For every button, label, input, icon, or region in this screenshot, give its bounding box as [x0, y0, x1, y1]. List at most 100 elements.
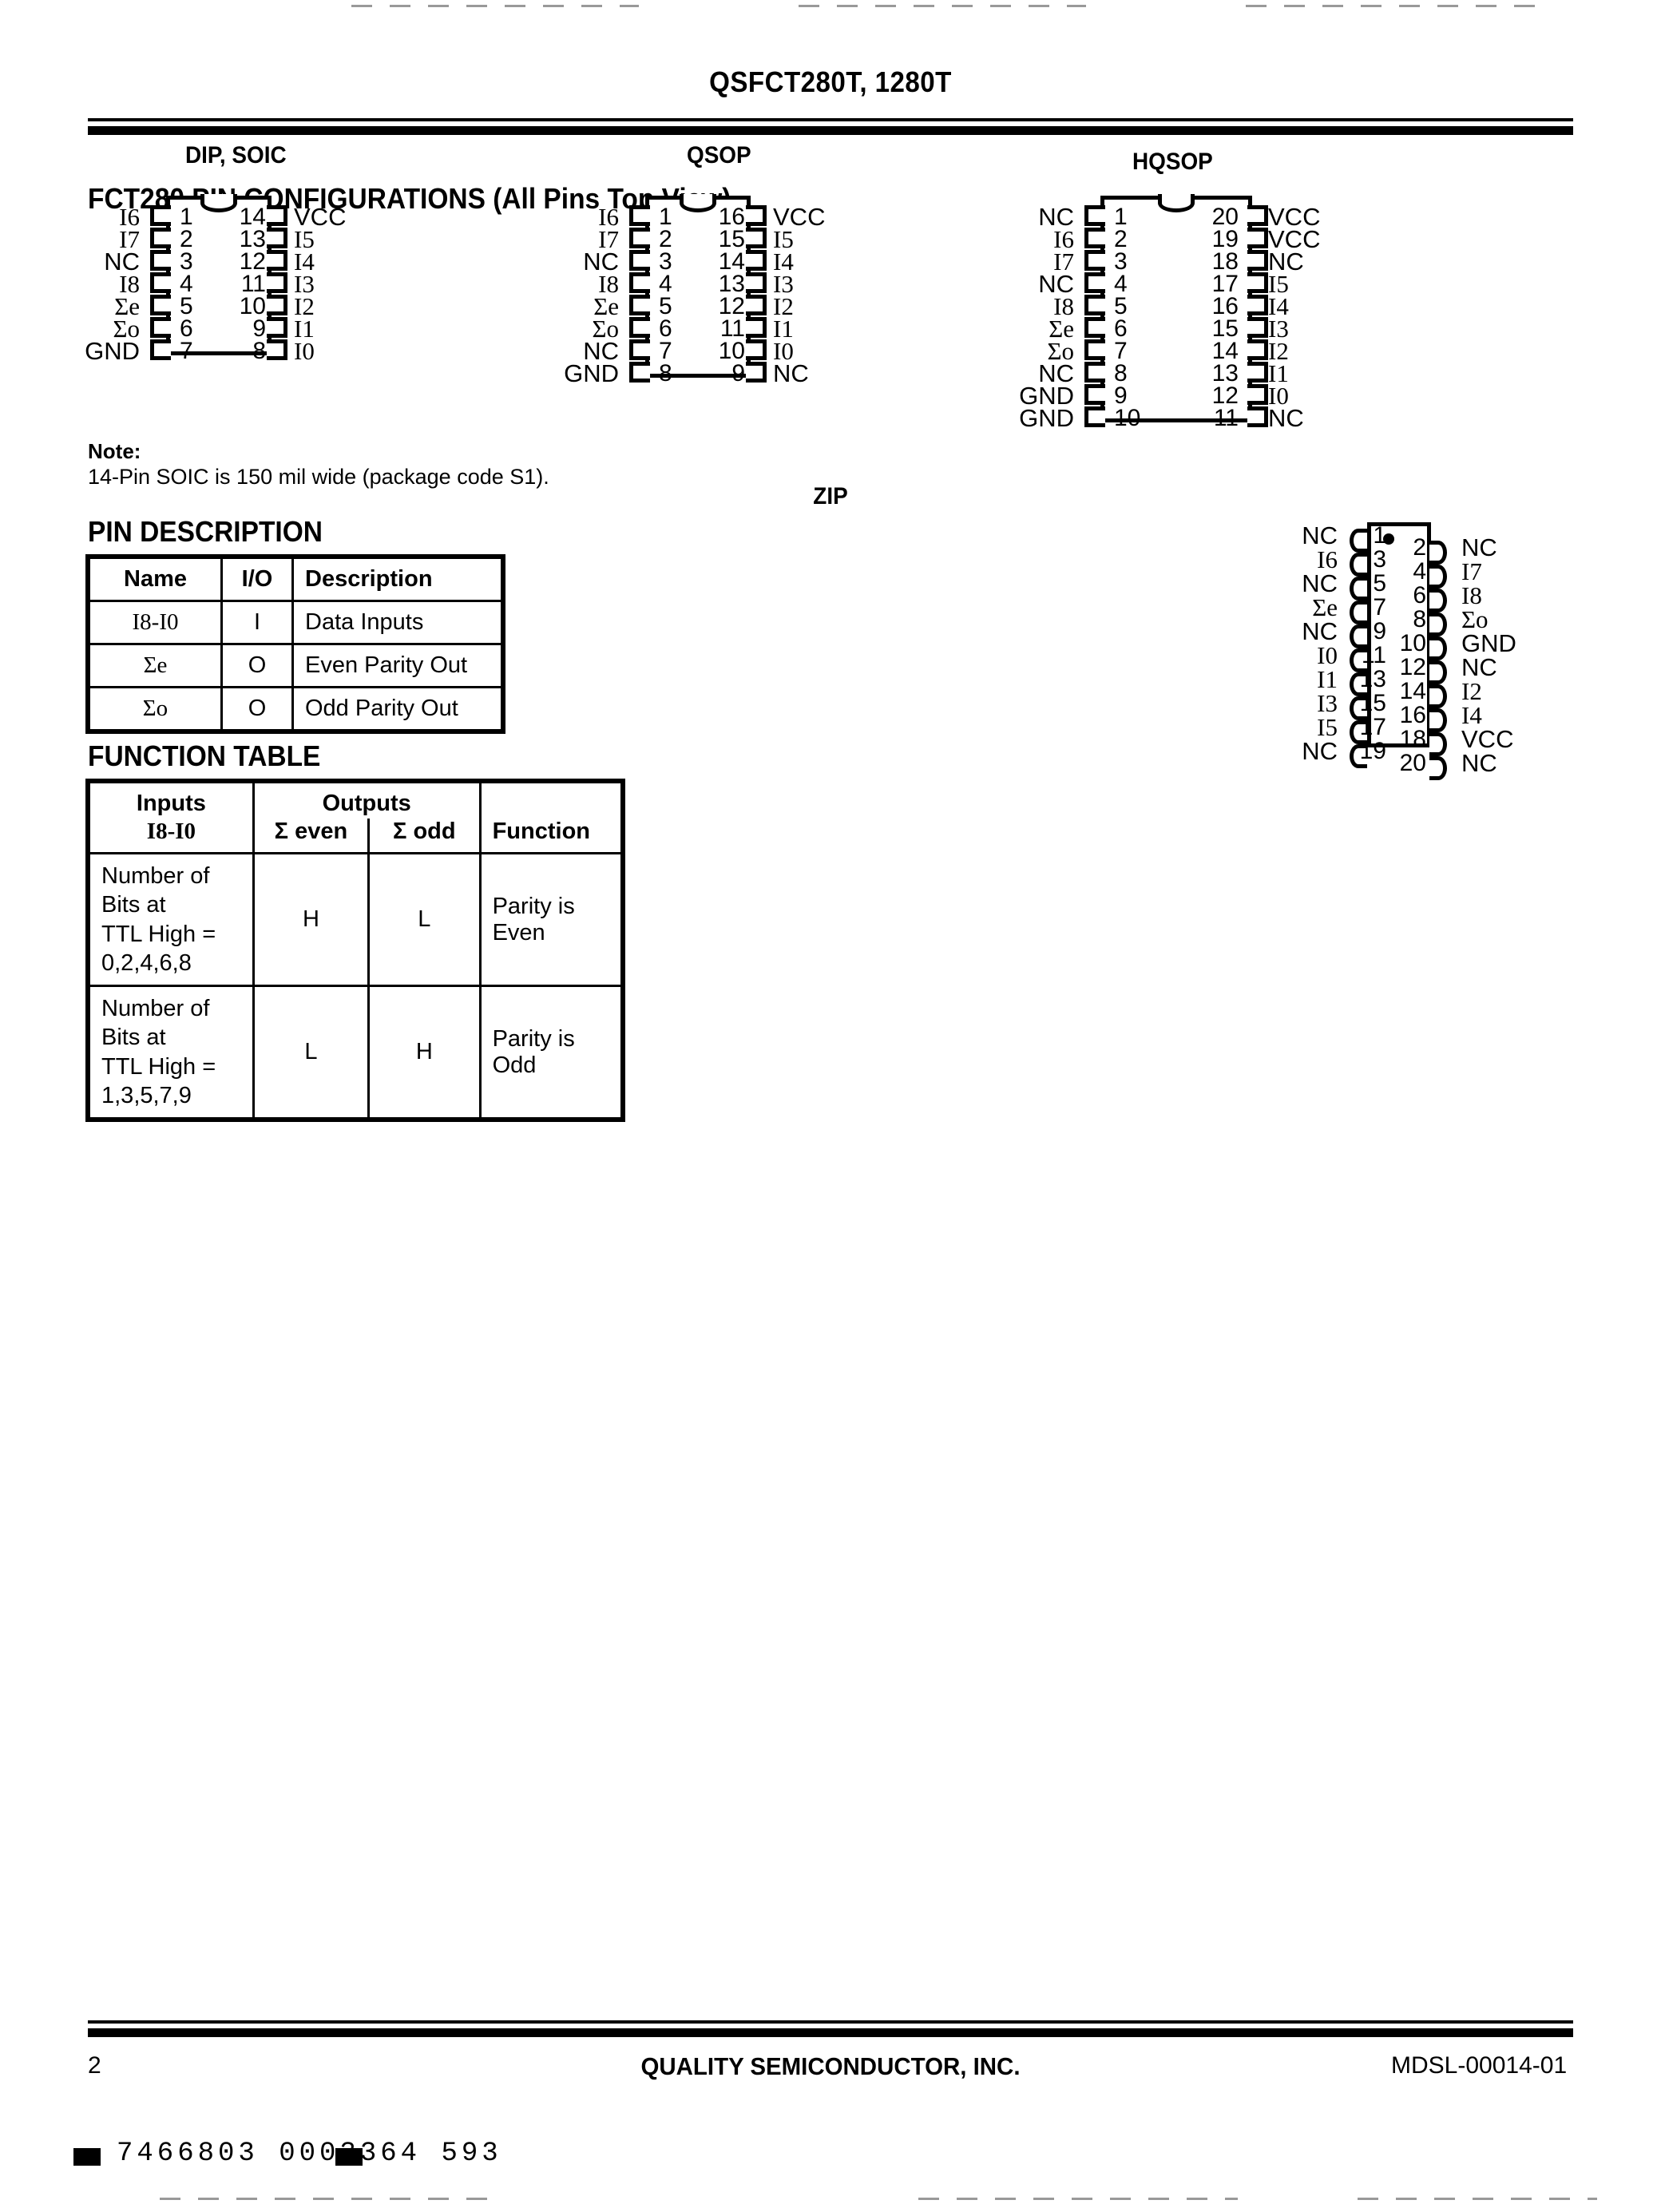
cell-inputs: Number of Bits at TTL High = 1,3,5,7,9: [88, 985, 255, 1120]
document-code: MDSL-00014-01: [1391, 2052, 1568, 2079]
column-header-io: I/O: [220, 557, 294, 602]
pin-lead: [629, 272, 650, 293]
header-rule-thin: [88, 118, 1573, 121]
pin-label-left: NC: [1302, 569, 1338, 597]
pin-lead: [629, 250, 650, 271]
package-notch-dip-soic: [200, 194, 237, 212]
document-title: QSFCT280T, 1280T: [709, 65, 952, 98]
pin-label-left: I3: [1317, 689, 1338, 717]
pin-lead: [1247, 384, 1268, 405]
pin-lead: [629, 339, 650, 360]
pin-number-left: 19: [1359, 738, 1386, 764]
pin-label-left: GND: [564, 359, 619, 387]
pin-number-right: 6: [1413, 582, 1426, 608]
pin-number-right: 20: [1399, 750, 1426, 776]
pin-lead: [267, 339, 287, 360]
pin-number-right: 11: [1213, 405, 1239, 431]
pin-label-right: I2: [1461, 677, 1482, 705]
pin-lead: [1247, 228, 1268, 248]
pin-label-right: GND: [1461, 629, 1516, 657]
cell-sigma-odd: H: [367, 985, 482, 1120]
pin-label-right: I4: [1461, 701, 1482, 729]
pin-lead: [1084, 339, 1105, 360]
function-table-heading: FUNCTION TABLE: [88, 739, 321, 772]
function-table: Inputs Outputs Function I8-I0 Σ even Σ o…: [88, 781, 624, 1120]
package-notch-qsop: [680, 194, 716, 212]
pin-label-right: VCC: [1461, 725, 1514, 753]
pin-label-left: I5: [1317, 713, 1338, 741]
pin-number-left: 13: [1359, 666, 1386, 692]
pin-lead: [1429, 612, 1447, 636]
pin-lead: [1247, 362, 1268, 383]
cell-sigma-odd: L: [367, 852, 482, 987]
column-header-function: Function: [478, 781, 624, 854]
pin-label-left: Σe: [1312, 593, 1338, 621]
pin-label-left: I0: [1317, 641, 1338, 669]
table-row: Number of Bits at TTL High = 0,2,4,6,8 H…: [88, 852, 624, 987]
pin-description-heading: PIN DESCRIPTION: [88, 515, 323, 548]
table-row: Number of Bits at TTL High = 1,3,5,7,9 L…: [88, 985, 624, 1120]
pin-number-left: 8: [659, 360, 672, 387]
pin-lead: [1084, 362, 1105, 383]
pin-lead: [629, 295, 650, 315]
cell-name: Σe: [88, 643, 223, 688]
pin-number-right: 4: [1413, 558, 1426, 585]
cell-name: Σo: [88, 686, 223, 731]
table-row: Σo O Odd Parity Out: [88, 686, 503, 731]
pin-label-right: NC: [773, 359, 809, 387]
footer-rule-thin: [88, 2020, 1573, 2024]
cell-description: Odd Parity Out: [291, 686, 503, 731]
pin-lead: [1247, 339, 1268, 360]
scan-artifact-bottom-3: [1358, 2198, 1597, 2200]
pin-lead: [150, 250, 171, 271]
table-row: Σe O Even Parity Out: [88, 643, 503, 688]
column-subheader-sigma-even: Σ even: [252, 819, 371, 854]
table-header-row-group: Inputs Outputs Function: [88, 781, 624, 854]
pin-number-right: 18: [1399, 726, 1426, 752]
pin-lead: [1429, 732, 1447, 756]
scan-artifact-bottom: [160, 2198, 495, 2200]
pin-label-right: NC: [1461, 533, 1497, 561]
barcode-end-block: [335, 2148, 363, 2166]
column-header-inputs: Inputs: [88, 781, 255, 819]
pin-label-right: I0: [294, 337, 315, 365]
pin-label-right: NC: [1461, 749, 1497, 777]
package-notch-hqsop: [1158, 194, 1195, 212]
pin-lead: [1247, 250, 1268, 271]
pin-number-left: 11: [1361, 642, 1386, 668]
table-row: I8-I0 I Data Inputs: [88, 600, 503, 645]
package-title-zip: ZIP: [813, 483, 848, 509]
pin-lead: [746, 272, 767, 293]
barcode-start-block: [73, 2148, 101, 2166]
pin-lead: [150, 317, 171, 338]
pin-lead: [267, 205, 287, 226]
pin-lead: [629, 205, 650, 226]
pin-lead: [267, 228, 287, 248]
pin-lead: [1084, 272, 1105, 293]
pin-lead: [150, 205, 171, 226]
pin-lead: [1429, 565, 1447, 589]
scan-artifact-top-3: [1246, 5, 1549, 7]
pin-number-right: 10: [1399, 630, 1426, 656]
header-rule-thick: [88, 126, 1573, 135]
pin-label-right: I7: [1461, 557, 1482, 585]
column-header-name: Name: [88, 557, 223, 602]
barcode-text: 7466803 0003364 593: [117, 2139, 502, 2169]
pin-description-table: Name I/O Description I8-I0 I Data Inputs…: [88, 557, 503, 731]
pin-number-left: 7: [180, 338, 193, 364]
company-name: QUALITY SEMICONDUCTOR, INC.: [640, 2052, 1021, 2080]
pin-lead: [629, 362, 650, 383]
cell-description: Even Parity Out: [291, 643, 503, 688]
pin-lead: [1429, 636, 1447, 660]
pin-label-right: Σo: [1461, 605, 1489, 633]
cell-io: O: [220, 686, 294, 731]
pin-lead: [267, 317, 287, 338]
pin-label-right: NC: [1268, 404, 1304, 432]
pin-number-left: 7: [1373, 594, 1386, 620]
cell-io: I: [220, 600, 294, 645]
pin-lead: [1429, 541, 1447, 565]
package-title-hqsop: HQSOP: [1132, 149, 1213, 175]
pin-lead: [150, 339, 171, 360]
pin-number-right: 12: [1399, 654, 1426, 680]
datasheet-page: QSFCT280T, 1280T FCT280 PIN CONFIGURATIO…: [0, 0, 1661, 2212]
